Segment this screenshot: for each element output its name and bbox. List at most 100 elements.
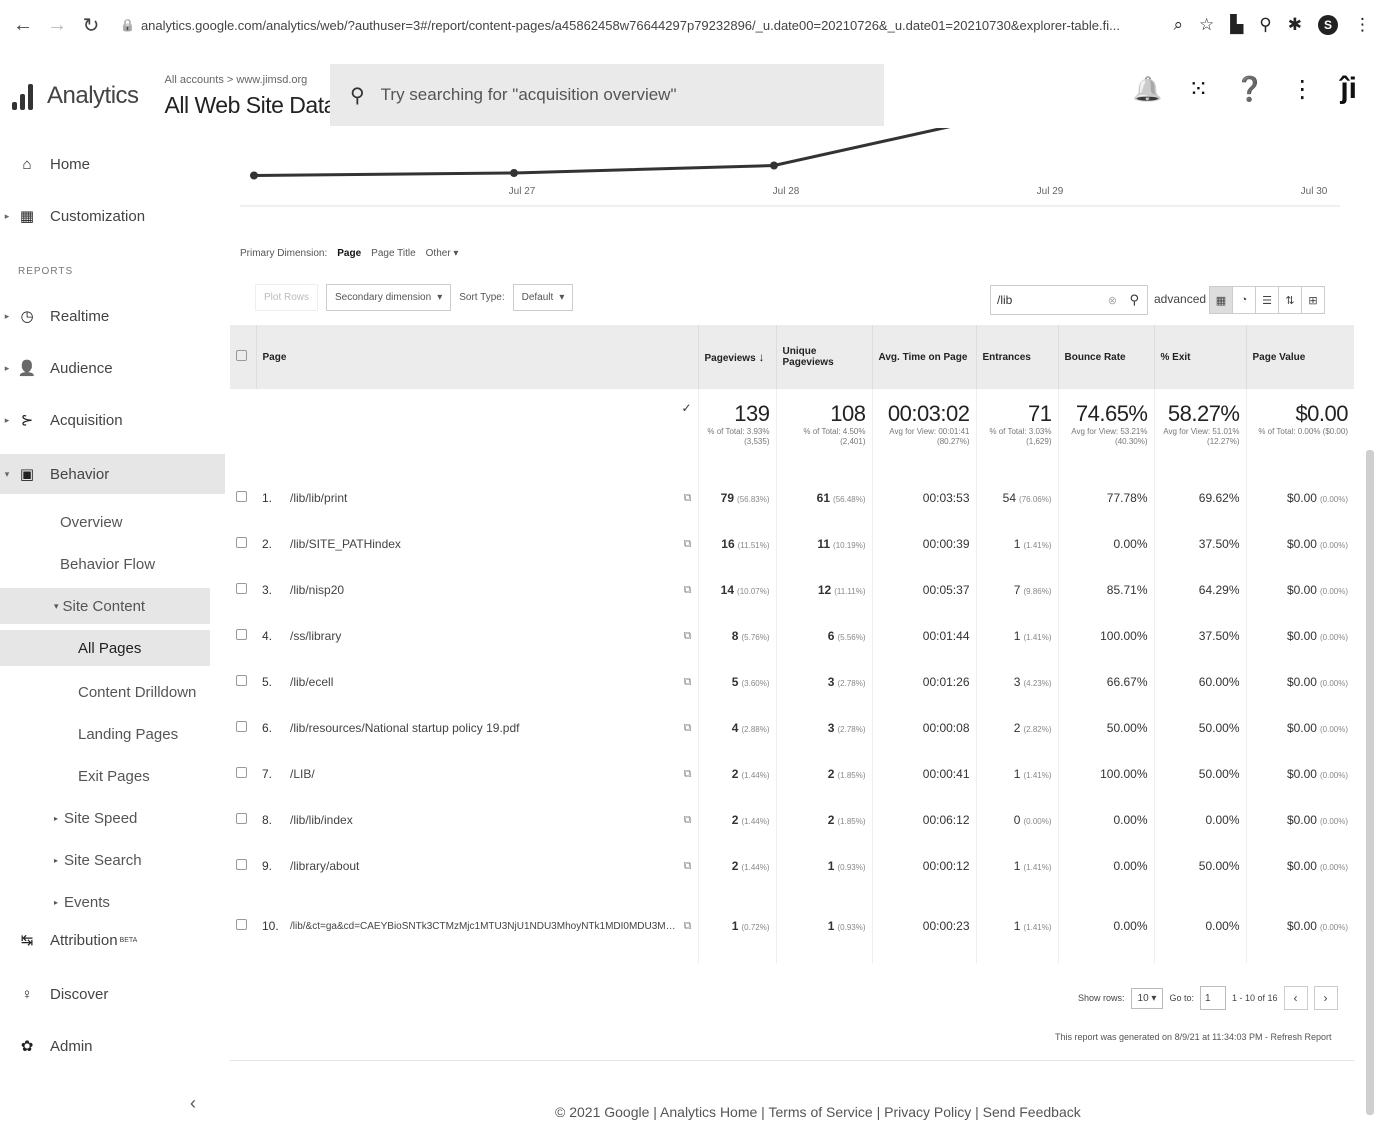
sidebar-item-discover[interactable]: ♀ Discover bbox=[0, 974, 225, 1014]
profile-avatar-icon[interactable]: S bbox=[1318, 15, 1338, 35]
row-checkbox[interactable] bbox=[236, 919, 247, 930]
sidebar-item-behavior-flow[interactable]: Behavior Flow bbox=[60, 546, 155, 582]
sidebar-item-site-content[interactable]: ▾ Site Content bbox=[0, 588, 210, 624]
col-bounce-rate[interactable]: Bounce Rate bbox=[1057, 325, 1154, 389]
col-unique-pageviews[interactable]: Unique Pageviews bbox=[775, 325, 872, 389]
table-row[interactable]: 10. /lib/&ct=ga&cd=CAEYBioSNTk3CTMzMjc1MT… bbox=[230, 889, 1354, 963]
sidebar-item-site-search[interactable]: ▸ Site Search bbox=[54, 842, 142, 878]
table-row[interactable]: 7./LIB/⧉ 2 (1.44%) 2 (1.85%) 00:00:41 1 (1.41%)… bbox=[230, 751, 1354, 797]
sidebar-item-overview[interactable]: Overview bbox=[60, 504, 123, 540]
sidebar-item-behavior[interactable]: ▾ ▣ Behavior bbox=[0, 454, 225, 494]
col-page[interactable]: Page bbox=[255, 325, 698, 389]
sidebar-item-audience[interactable]: ▸ 👤 Audience bbox=[0, 348, 225, 388]
col-exit[interactable]: % Exit bbox=[1153, 325, 1246, 389]
notifications-icon[interactable]: 🔔 bbox=[1132, 75, 1162, 104]
sidebar-item-events[interactable]: ▸ Events bbox=[54, 884, 110, 920]
person-extension-icon[interactable]: ⚲ bbox=[1259, 15, 1271, 35]
performance-view-icon[interactable]: ☰ bbox=[1255, 286, 1279, 314]
page-link[interactable]: /lib/nisp20 bbox=[290, 583, 676, 597]
table-filter-input[interactable]: /lib ⊗ ⚲ bbox=[990, 285, 1148, 315]
row-checkbox[interactable] bbox=[236, 813, 247, 824]
page-link[interactable]: /lib/lib/print bbox=[290, 491, 676, 505]
table-view-icon[interactable]: ▦ bbox=[1209, 286, 1233, 314]
page-link[interactable]: /lib/SITE_PATHindex bbox=[290, 537, 676, 551]
secondary-dimension-dropdown[interactable]: Secondary dimension ▾ bbox=[326, 284, 452, 311]
open-page-icon[interactable]: ⧉ bbox=[684, 860, 692, 873]
goto-input[interactable]: 1 bbox=[1199, 986, 1226, 1010]
search-input[interactable]: ⚲ Try searching for "acquisition overvie… bbox=[330, 64, 884, 126]
page-link[interactable]: /library/about bbox=[290, 859, 676, 873]
row-checkbox[interactable] bbox=[236, 537, 247, 548]
table-row[interactable]: 6. /lib/resources/National startup policy… bbox=[230, 705, 1354, 751]
show-rows-select[interactable]: 10 ▾ bbox=[1130, 987, 1164, 1009]
chart-point[interactable] bbox=[250, 171, 258, 180]
sort-type-dropdown[interactable]: Default ▾ bbox=[512, 284, 574, 311]
sidebar-item-realtime[interactable]: ▸ ◷ Realtime bbox=[0, 296, 225, 336]
sidebar-item-admin[interactable]: ✿ Admin bbox=[0, 1026, 225, 1066]
row-checkbox[interactable] bbox=[236, 629, 247, 640]
table-row[interactable]: 3./lib/nisp20 ⧉ 14 (10.07%) 12 (11.11%) 00:05:… bbox=[230, 567, 1354, 613]
advanced-filter-link[interactable]: advanced bbox=[1154, 292, 1206, 306]
page-link[interactable]: /lib/resources/National startup policy 1… bbox=[290, 721, 676, 735]
table-row[interactable]: 8./lib/lib/index ⧉ 2 (1.44%) 2 (1.85%) 00:06:1… bbox=[230, 797, 1354, 843]
row-checkbox[interactable] bbox=[236, 675, 247, 686]
extension-icon[interactable]: ▙ bbox=[1230, 15, 1243, 35]
open-page-icon[interactable]: ⧉ bbox=[684, 538, 692, 551]
open-page-icon[interactable]: ⧉ bbox=[684, 768, 692, 781]
browser-menu-icon[interactable]: ⋮ bbox=[1354, 15, 1371, 35]
chart-point[interactable] bbox=[770, 161, 778, 170]
table-row[interactable]: 1./lib/lib/print ⧉ 79 (56.83%) 61 (56.48%) 00:… bbox=[230, 475, 1354, 521]
scrollbar[interactable] bbox=[1366, 450, 1374, 1115]
row-checkbox[interactable] bbox=[236, 583, 247, 594]
comparison-view-icon[interactable]: ⇅ bbox=[1278, 286, 1302, 314]
collapse-sidebar-icon[interactable]: ‹ bbox=[190, 1093, 196, 1114]
table-row[interactable]: 4./ss/library ⧉ 8 (5.76%) 6 (5.56%) 00:01:44 1(… bbox=[230, 613, 1354, 659]
sidebar-item-site-speed[interactable]: ▸ Site Speed bbox=[54, 800, 137, 836]
col-entrances[interactable]: Entrances bbox=[975, 325, 1058, 389]
page-link[interactable]: /lib/&ct=ga&cd=CAEYBioSNTk3CTMzMjc1MTU3N… bbox=[290, 920, 676, 933]
row-checkbox[interactable] bbox=[236, 859, 247, 870]
clear-filter-icon[interactable]: ⊗ bbox=[1108, 294, 1117, 307]
dimension-other[interactable]: Other ▾ bbox=[426, 248, 459, 259]
pie-view-icon[interactable]: ◔ bbox=[1232, 286, 1256, 314]
footer-links[interactable]: © 2021 Google | Analytics Home | Terms o… bbox=[555, 1104, 1081, 1120]
account-avatar-icon[interactable]: ĵi bbox=[1340, 72, 1357, 106]
zoom-icon[interactable]: ⌕ bbox=[1173, 15, 1183, 35]
col-avg-time[interactable]: Avg. Time on Page bbox=[871, 325, 976, 389]
reload-icon[interactable]: ↻ bbox=[78, 12, 104, 38]
open-page-icon[interactable]: ⧉ bbox=[684, 676, 692, 689]
star-icon[interactable]: ☆ bbox=[1199, 15, 1214, 35]
open-page-icon[interactable]: ⧉ bbox=[684, 630, 692, 643]
sidebar-item-acquisition[interactable]: ▸ ⊱ Acquisition bbox=[0, 400, 225, 440]
sidebar-item-attribution[interactable]: ↹ Attribution BETA bbox=[0, 920, 225, 960]
row-checkbox[interactable] bbox=[236, 491, 247, 502]
pivot-view-icon[interactable]: ⊞ bbox=[1301, 286, 1325, 314]
address-bar[interactable]: 🔒 analytics.google.com/analytics/web/?au… bbox=[112, 10, 1161, 40]
open-page-icon[interactable]: ⧉ bbox=[684, 920, 692, 933]
open-page-icon[interactable]: ⧉ bbox=[684, 584, 692, 597]
open-page-icon[interactable]: ⧉ bbox=[684, 492, 692, 505]
puzzle-icon[interactable]: ✱ bbox=[1288, 15, 1302, 35]
page-link[interactable]: /lib/lib/index bbox=[290, 813, 676, 827]
page-link[interactable]: /lib/ecell bbox=[290, 675, 676, 689]
dimension-page[interactable]: Page bbox=[337, 248, 361, 259]
apps-grid-icon[interactable]: ⁙ bbox=[1188, 75, 1208, 104]
table-row[interactable]: 9./library/about ⧉ 2 (1.44%) 1 (0.93%) 00:00:1… bbox=[230, 843, 1354, 889]
chart-point[interactable] bbox=[510, 169, 518, 177]
sidebar-item-landing-pages[interactable]: Landing Pages bbox=[78, 716, 178, 752]
page-link[interactable]: /ss/library bbox=[290, 629, 676, 643]
dimension-page-title[interactable]: Page Title bbox=[371, 248, 415, 259]
select-all-checkbox[interactable] bbox=[236, 350, 247, 361]
forward-icon[interactable]: → bbox=[44, 12, 70, 38]
prev-page-icon[interactable]: ‹ bbox=[1283, 986, 1308, 1010]
table-row[interactable]: 2./lib/SITE_PATHindex ⧉ 16 (11.51%) 11 (10.19… bbox=[230, 521, 1354, 567]
sidebar-item-exit-pages[interactable]: Exit Pages bbox=[78, 758, 150, 794]
sidebar-item-home[interactable]: ⌂ Home bbox=[0, 144, 225, 184]
sidebar-item-customization[interactable]: ▸ ▦ Customization bbox=[0, 196, 225, 236]
search-icon[interactable]: ⚲ bbox=[1129, 292, 1139, 308]
open-page-icon[interactable]: ⧉ bbox=[684, 814, 692, 827]
row-checkbox[interactable] bbox=[236, 767, 247, 778]
col-pageviews[interactable]: Pageviews ↓ bbox=[697, 325, 776, 389]
more-options-icon[interactable]: ⋮ bbox=[1290, 75, 1314, 104]
sidebar-item-all-pages[interactable]: All Pages bbox=[0, 630, 210, 666]
